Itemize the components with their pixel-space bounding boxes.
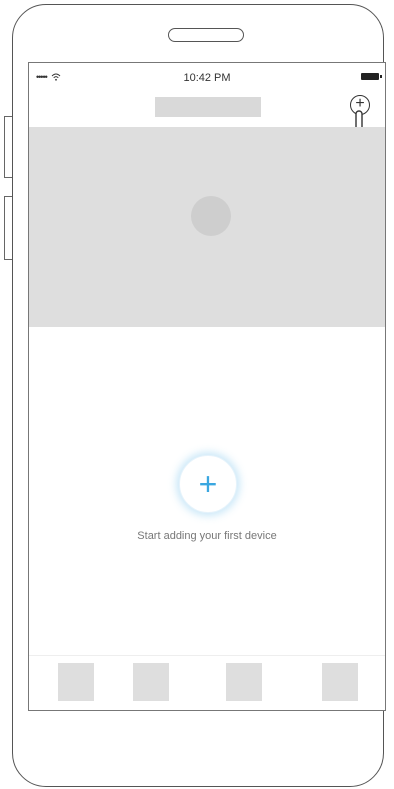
empty-state-message: Start adding your first device [137,530,277,542]
add-first-device-button[interactable]: + [179,455,237,513]
battery-icon [361,73,382,80]
page-title-placeholder [155,97,261,117]
app-screen: ••••• 10:42 PM + + Start adding your fir… [28,62,386,711]
tab-item-4[interactable] [322,663,358,701]
tab-item-1[interactable] [58,663,94,701]
phone-speaker [168,28,244,42]
status-time: 10:42 PM [183,72,231,84]
status-bar: ••••• 10:42 PM [29,63,385,93]
tab-item-3[interactable] [226,663,262,701]
banner-placeholder [29,127,385,327]
banner-image-placeholder [191,196,231,236]
phone-side-button [4,196,12,260]
phone-side-button [4,116,12,178]
tab-bar [29,655,385,710]
tab-item-2[interactable] [133,663,169,701]
